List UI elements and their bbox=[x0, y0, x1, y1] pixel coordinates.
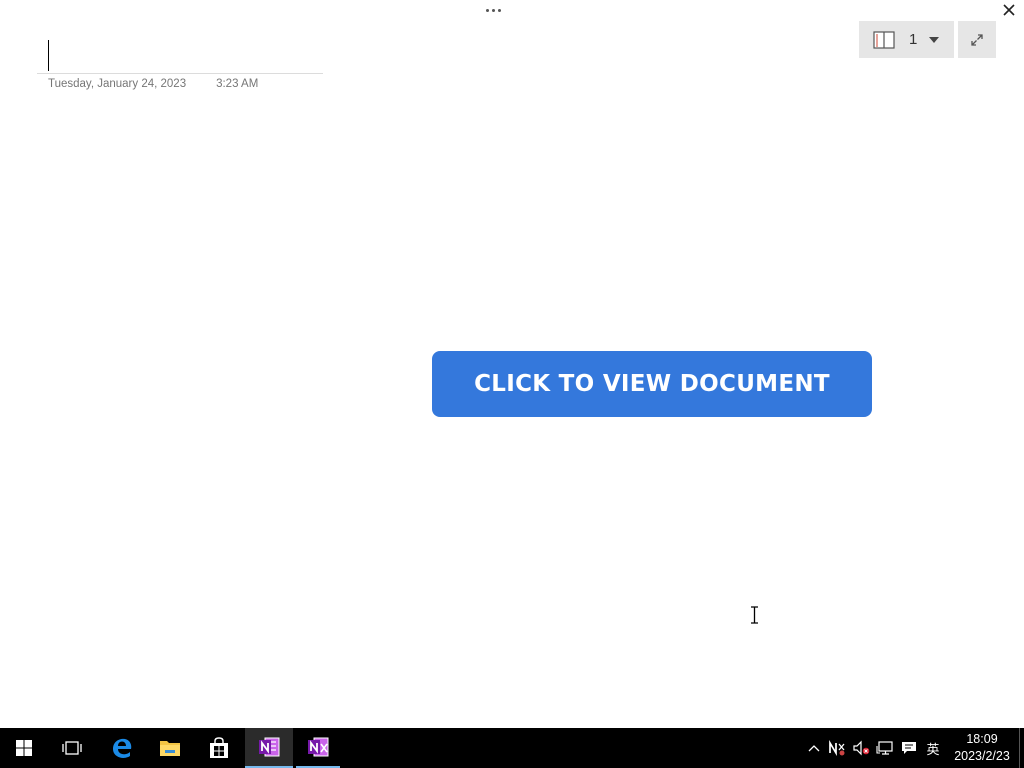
volume-button[interactable] bbox=[850, 728, 872, 768]
page-title-input[interactable] bbox=[37, 36, 323, 74]
start-button[interactable] bbox=[0, 728, 48, 768]
onenote-clipper-icon bbox=[308, 737, 329, 757]
clock-date: 2023/2/23 bbox=[954, 749, 1010, 763]
action-center-button[interactable] bbox=[898, 728, 920, 768]
task-view-button[interactable] bbox=[48, 728, 96, 768]
clock-time: 18:09 bbox=[966, 732, 998, 746]
page-date: Tuesday, January 24, 2023 bbox=[48, 78, 187, 90]
ibeam-cursor-icon bbox=[751, 606, 758, 624]
page-timestamp: Tuesday, January 24, 2023 3:23 AM bbox=[48, 78, 258, 90]
onenote-tray-icon bbox=[829, 740, 845, 756]
expand-icon bbox=[971, 33, 983, 46]
fullscreen-button[interactable] bbox=[958, 21, 996, 58]
action-center-icon bbox=[902, 742, 916, 754]
show-desktop-button[interactable] bbox=[1019, 728, 1024, 768]
taskbar-edge[interactable] bbox=[98, 728, 146, 768]
page-count: 1 bbox=[909, 31, 918, 48]
show-hidden-icons-button[interactable] bbox=[804, 728, 824, 768]
chevron-up-icon bbox=[808, 745, 820, 752]
network-icon bbox=[876, 741, 893, 755]
taskbar: 英 18:09 2023/2/23 bbox=[0, 728, 1024, 768]
chevron-down-icon bbox=[929, 36, 940, 43]
input-method-button[interactable]: 英 bbox=[922, 728, 944, 768]
taskbar-file-explorer[interactable] bbox=[146, 728, 194, 768]
close-button[interactable] bbox=[996, 0, 1022, 20]
network-button[interactable] bbox=[874, 728, 896, 768]
more-options-button[interactable] bbox=[480, 0, 506, 20]
dot-icon bbox=[491, 8, 495, 12]
clock[interactable]: 18:09 2023/2/23 bbox=[948, 728, 1016, 768]
onenote-window: 1 Tuesday, January 24, 2023 3:23 AM CLICK… bbox=[0, 0, 1024, 728]
taskbar-onenote-clipper[interactable] bbox=[296, 728, 340, 768]
onenote-tray-button[interactable] bbox=[826, 728, 848, 768]
dot-icon bbox=[497, 8, 501, 12]
taskbar-store[interactable] bbox=[195, 728, 243, 768]
view-document-button[interactable]: CLICK TO VIEW DOCUMENT bbox=[432, 351, 872, 417]
page-time: 3:23 AM bbox=[216, 78, 259, 90]
taskbar-onenote[interactable] bbox=[245, 728, 293, 768]
dot-icon bbox=[485, 8, 489, 12]
store-icon bbox=[210, 737, 228, 758]
edge-icon bbox=[113, 738, 132, 758]
volume-muted-icon bbox=[853, 740, 870, 756]
close-icon bbox=[1003, 4, 1015, 16]
page-selector[interactable]: 1 bbox=[859, 21, 954, 58]
windows-start-icon bbox=[16, 740, 32, 756]
text-cursor bbox=[48, 40, 49, 71]
file-explorer-icon bbox=[160, 741, 180, 756]
pages-icon bbox=[873, 30, 895, 49]
onenote-icon bbox=[259, 737, 280, 757]
task-view-icon bbox=[62, 741, 82, 755]
